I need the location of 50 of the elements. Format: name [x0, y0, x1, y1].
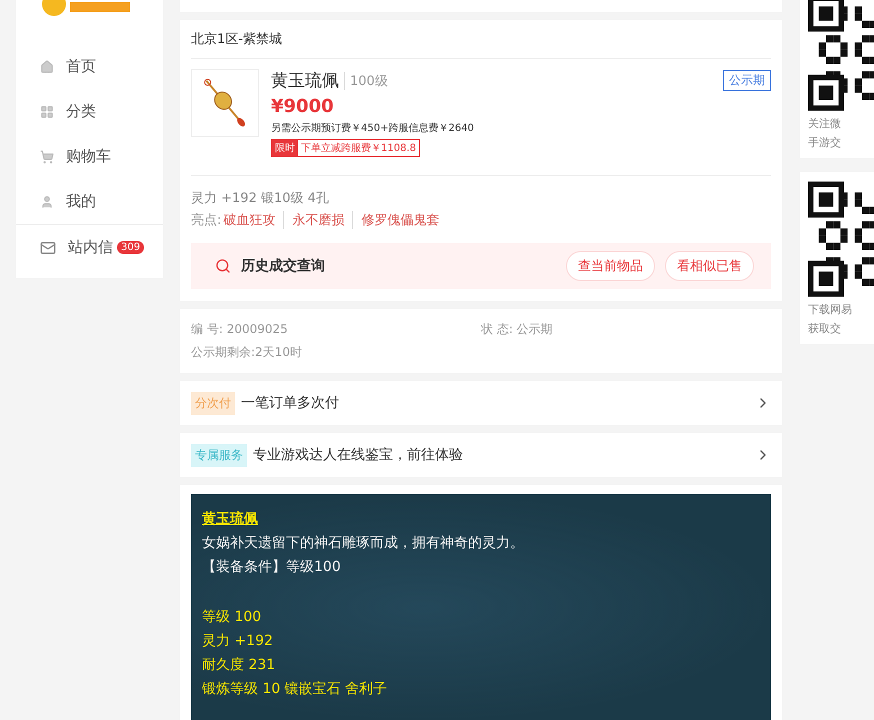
qr-caption: 关注微	[808, 116, 841, 131]
promo-tag: 限时	[272, 140, 298, 156]
qr-caption: 下载网易	[808, 302, 852, 317]
user-icon	[40, 194, 54, 208]
service-tag: 分次付	[191, 392, 235, 414]
mail-icon	[40, 240, 56, 256]
remaining-time: 公示期剩余:2天10时	[191, 344, 303, 361]
service-text: 专业游戏达人在线鉴宝，前往体验	[253, 446, 464, 464]
nav-item[interactable]: 首页	[16, 44, 163, 89]
nav-item[interactable]: 分类	[16, 89, 163, 134]
highlight-link[interactable]: 破血狂攻	[221, 211, 284, 229]
item-status: 状 态: 公示期	[481, 321, 554, 338]
history-title: 历史成交查询	[241, 257, 326, 275]
count-badge: 309	[117, 241, 144, 254]
service-tag: 专属服务	[191, 444, 247, 466]
history-button[interactable]: 查当前物品	[566, 251, 655, 281]
promo-text: 下单立减跨服费￥1108.8	[300, 142, 417, 156]
highlight-link[interactable]: 修罗傀儡鬼套	[352, 211, 448, 229]
item-id: 编 号: 20009025	[191, 321, 289, 338]
category-icon	[40, 104, 54, 118]
nav-item[interactable]: 购物车	[16, 134, 163, 179]
home-icon	[40, 60, 54, 74]
description-line: 【装备条件】等级100	[202, 558, 342, 576]
service-row[interactable]: 专属服务 专业游戏达人在线鉴宝，前往体验	[180, 433, 782, 477]
server-name: 北京1区-紫禁城	[191, 20, 771, 59]
nav-item[interactable]: 我的	[16, 179, 163, 224]
pendant-image	[191, 69, 259, 137]
service-text: 一笔订单多次付	[241, 394, 340, 412]
highlights-label: 亮点:	[191, 212, 222, 229]
qr-caption: 获取交	[808, 321, 841, 336]
service-row[interactable]: 分次付 一笔订单多次付	[180, 381, 782, 425]
highlight-link[interactable]: 永不磨损	[283, 211, 352, 229]
item-stats: 灵力 +192 锻10级 4孔	[191, 190, 330, 207]
attribute-line: 耐久度 231	[202, 656, 276, 674]
fee-note: 另需公示期预订费￥450+跨服信息费￥2640	[271, 122, 475, 135]
attribute-line: 锻炼等级 10 镶嵌宝石 舍利子	[202, 680, 388, 698]
price: ¥9000	[271, 96, 335, 117]
qr-caption: 手游交	[808, 135, 841, 150]
attribute-line: 灵力 +192	[202, 632, 274, 650]
item-level: 100级	[344, 72, 388, 90]
cart-icon	[40, 150, 54, 164]
item-name: 黄玉琉佩	[271, 70, 339, 92]
history-button[interactable]: 看相似已售	[665, 251, 754, 281]
nav-label: 站内信	[68, 238, 113, 257]
attribute-line: 等级 100	[202, 608, 262, 626]
description-line: 女娲补天遗留下的神石雕琢而成，拥有神奇的灵力。	[202, 534, 525, 552]
search-icon	[215, 258, 231, 274]
description-title: 黄玉琉佩	[202, 510, 259, 528]
status-tag: 公示期	[723, 70, 771, 91]
messages-item[interactable]: 站内信 309	[16, 225, 163, 270]
